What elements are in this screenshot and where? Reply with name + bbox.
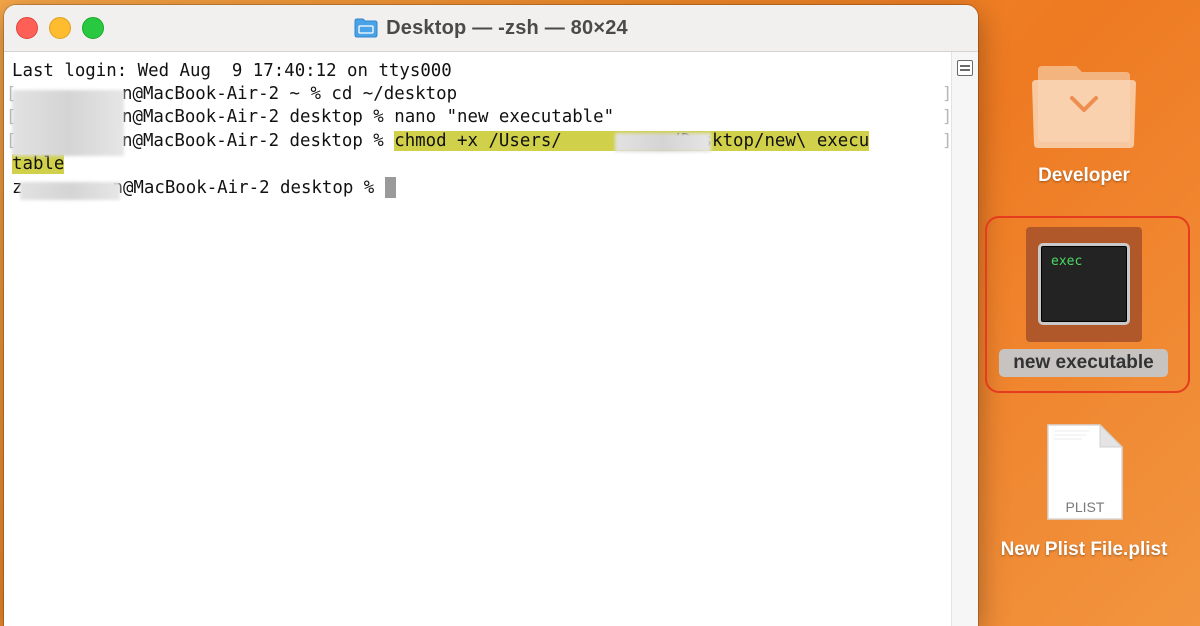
terminal-line: n@MacBook-Air-2 desktop % chmod +x /User…: [122, 130, 870, 153]
prompt-text: n@MacBook-Air-2 desktop %: [122, 131, 395, 151]
window-title: Desktop — -zsh — 80×24: [386, 16, 628, 39]
command-part: chmod +x /Users/: [394, 131, 562, 151]
plist-file-icon[interactable]: PLIST: [1046, 423, 1124, 521]
desktop-item-label: New Plist File.plist: [1000, 539, 1168, 560]
terminal-content[interactable]: Last login: Wed Aug 9 17:40:12 on ttys00…: [4, 52, 952, 626]
scrollbar[interactable]: [951, 52, 978, 626]
line-bracket: [: [6, 84, 17, 104]
terminal-line: table: [12, 153, 65, 176]
exec-icon[interactable]: exec: [1038, 243, 1130, 325]
exec-icon-text: exec: [1051, 254, 1083, 269]
desktop-item-new-plist-file[interactable]: New Plist File.plist: [985, 539, 1183, 561]
terminal-window[interactable]: Desktop — -zsh — 80×24 Last login: Wed A…: [4, 5, 978, 626]
line-bracket: [: [6, 131, 17, 151]
terminal-line: Last login: Wed Aug 9 17:40:12 on ttys00…: [12, 61, 452, 81]
plist-icon-text: PLIST: [1065, 499, 1105, 515]
prompt-text: n@MacBook-Air-2 desktop %: [112, 178, 385, 198]
desktop-item-developer[interactable]: Developer: [1010, 165, 1158, 187]
desktop-item-label[interactable]: new executable: [999, 349, 1168, 377]
redaction-blur: [20, 182, 120, 200]
title-bar[interactable]: Desktop — -zsh — 80×24: [4, 5, 978, 52]
desktop-item-label: Developer: [1038, 165, 1130, 186]
terminal-line: n@MacBook-Air-2 ~ % cd ~/desktop: [122, 84, 458, 104]
line-bracket: [: [6, 107, 17, 127]
redaction-blur: [12, 90, 124, 156]
folder-icon: [354, 18, 378, 38]
highlighted-wrap: table: [12, 154, 65, 174]
text-cursor: [384, 176, 396, 198]
terminal-line: n@MacBook-Air-2 desktop % nano "new exec…: [122, 107, 615, 127]
split-view-icon[interactable]: [957, 60, 973, 76]
developer-folder-icon[interactable]: [1030, 58, 1138, 152]
redaction-blur: [615, 133, 711, 152]
